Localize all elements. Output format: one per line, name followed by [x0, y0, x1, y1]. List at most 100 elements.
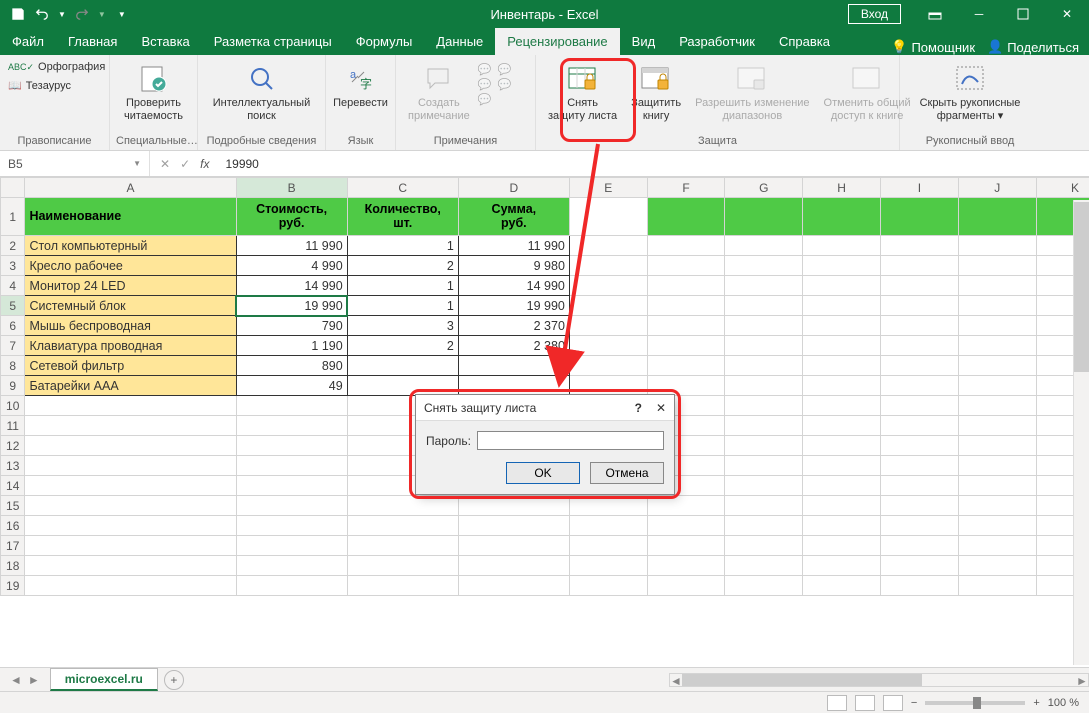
zoom-slider[interactable]: [925, 701, 1025, 705]
redo-icon[interactable]: [74, 6, 90, 22]
cell[interactable]: [725, 276, 803, 296]
cell[interactable]: [725, 316, 803, 336]
cell[interactable]: [725, 256, 803, 276]
col-header[interactable]: I: [881, 178, 959, 198]
cell[interactable]: [725, 376, 803, 396]
page-layout-view-button[interactable]: [855, 695, 875, 711]
cell[interactable]: [958, 516, 1036, 536]
col-header[interactable]: A: [25, 178, 236, 198]
tell-me-button[interactable]: 💡Помощник: [891, 39, 975, 55]
cell[interactable]: [725, 496, 803, 516]
cell[interactable]: [347, 536, 458, 556]
row-header[interactable]: 15: [1, 496, 25, 516]
cell[interactable]: 790: [236, 316, 347, 336]
ribbon-options-icon[interactable]: [913, 0, 957, 28]
cell[interactable]: [569, 376, 647, 396]
cell[interactable]: [725, 576, 803, 596]
cell[interactable]: [803, 336, 881, 356]
cell[interactable]: [458, 496, 569, 516]
cell[interactable]: [458, 516, 569, 536]
col-header[interactable]: C: [347, 178, 458, 198]
cell[interactable]: [236, 396, 347, 416]
cell[interactable]: 49: [236, 376, 347, 396]
table-header-cell[interactable]: Количество, шт.: [347, 198, 458, 236]
cell[interactable]: [647, 316, 725, 336]
cell[interactable]: [958, 316, 1036, 336]
cell[interactable]: [25, 436, 236, 456]
row-header[interactable]: 16: [1, 516, 25, 536]
cell[interactable]: [803, 236, 881, 256]
row-header[interactable]: 1: [1, 198, 25, 236]
cell[interactable]: 11 990: [458, 236, 569, 256]
cell[interactable]: [347, 376, 458, 396]
tab-file[interactable]: Файл: [0, 28, 56, 55]
cell[interactable]: [725, 456, 803, 476]
cell[interactable]: [881, 576, 959, 596]
cell[interactable]: [881, 396, 959, 416]
select-all-button[interactable]: [1, 178, 25, 198]
cell[interactable]: [569, 576, 647, 596]
check-accessibility-button[interactable]: Проверить читаемость: [116, 59, 191, 126]
cell[interactable]: [725, 516, 803, 536]
cell[interactable]: [803, 556, 881, 576]
vertical-scrollbar[interactable]: [1073, 200, 1089, 665]
tab-developer[interactable]: Разработчик: [667, 28, 767, 55]
cell[interactable]: [236, 516, 347, 536]
cell[interactable]: [803, 256, 881, 276]
cell[interactable]: [25, 576, 236, 596]
cell[interactable]: [803, 276, 881, 296]
cell[interactable]: [958, 496, 1036, 516]
translate-button[interactable]: a字 Перевести: [332, 59, 389, 114]
table-header-cell[interactable]: Стоимость, руб.: [236, 198, 347, 236]
cell[interactable]: [958, 476, 1036, 496]
cancel-icon[interactable]: ✕: [160, 157, 170, 171]
normal-view-button[interactable]: [827, 695, 847, 711]
cell[interactable]: 2: [347, 336, 458, 356]
row-header[interactable]: 8: [1, 356, 25, 376]
cell[interactable]: [458, 536, 569, 556]
page-break-view-button[interactable]: [883, 695, 903, 711]
tab-data[interactable]: Данные: [424, 28, 495, 55]
cell[interactable]: [958, 276, 1036, 296]
cell[interactable]: [881, 276, 959, 296]
cell[interactable]: [958, 356, 1036, 376]
cell[interactable]: [725, 236, 803, 256]
row-header[interactable]: 13: [1, 456, 25, 476]
cell[interactable]: [25, 516, 236, 536]
cell[interactable]: [958, 376, 1036, 396]
cell[interactable]: [569, 296, 647, 316]
new-sheet-button[interactable]: +: [164, 670, 184, 690]
row-header[interactable]: 7: [1, 336, 25, 356]
cell[interactable]: [569, 516, 647, 536]
horizontal-scrollbar[interactable]: ◄►: [669, 673, 1089, 687]
namebox-dropdown-icon[interactable]: ▼: [133, 159, 141, 168]
cell[interactable]: [958, 296, 1036, 316]
col-header[interactable]: K: [1036, 178, 1089, 198]
cell[interactable]: [347, 496, 458, 516]
cell[interactable]: [236, 476, 347, 496]
cell[interactable]: [958, 536, 1036, 556]
dialog-close-button[interactable]: ✕: [656, 401, 666, 415]
cell[interactable]: [647, 516, 725, 536]
col-header[interactable]: F: [647, 178, 725, 198]
cell[interactable]: 4 990: [236, 256, 347, 276]
cell[interactable]: 890: [236, 356, 347, 376]
unprotect-sheet-button[interactable]: Снять защиту листа: [542, 59, 623, 126]
sheet-nav-prev-icon[interactable]: ◄: [10, 673, 22, 687]
row-header[interactable]: 11: [1, 416, 25, 436]
cell[interactable]: 2: [347, 256, 458, 276]
cell[interactable]: 1: [347, 276, 458, 296]
cell[interactable]: [569, 556, 647, 576]
tab-formulas[interactable]: Формулы: [344, 28, 425, 55]
cell[interactable]: [236, 456, 347, 476]
cell[interactable]: [347, 356, 458, 376]
cell[interactable]: 11 990: [236, 236, 347, 256]
enter-icon[interactable]: ✓: [180, 157, 190, 171]
cell[interactable]: [725, 536, 803, 556]
cell[interactable]: Сетевой фильтр: [25, 356, 236, 376]
cell[interactable]: [236, 556, 347, 576]
cell[interactable]: [803, 376, 881, 396]
cell[interactable]: [725, 336, 803, 356]
cell[interactable]: [647, 276, 725, 296]
cell[interactable]: [881, 556, 959, 576]
